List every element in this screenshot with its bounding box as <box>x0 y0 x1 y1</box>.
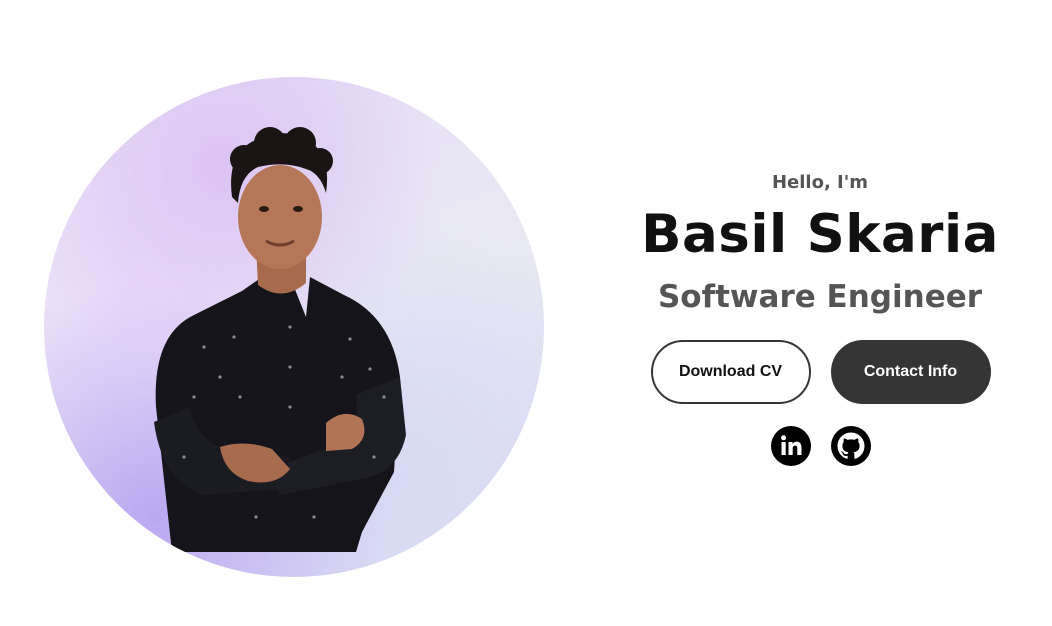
hero-text: Hello, I'm Basil Skaria Software Enginee… <box>620 160 1020 466</box>
profile-picture <box>44 77 544 577</box>
button-row: Download CV Contact Info <box>620 340 1020 404</box>
contact-info-button[interactable]: Contact Info <box>830 340 991 404</box>
role-subtitle: Software Engineer <box>657 279 983 315</box>
profile-section: Hello, I'm Basil Skaria Software Enginee… <box>0 0 1052 626</box>
name-title: Basil Skaria <box>641 204 999 265</box>
greeting-text: Hello, I'm <box>771 172 869 193</box>
github-icon[interactable] <box>831 426 871 466</box>
linkedin-icon[interactable] <box>771 426 811 466</box>
person-photo <box>154 127 406 552</box>
download-cv-button[interactable]: Download CV <box>650 340 811 404</box>
face <box>238 165 322 269</box>
social-links <box>620 426 1020 466</box>
